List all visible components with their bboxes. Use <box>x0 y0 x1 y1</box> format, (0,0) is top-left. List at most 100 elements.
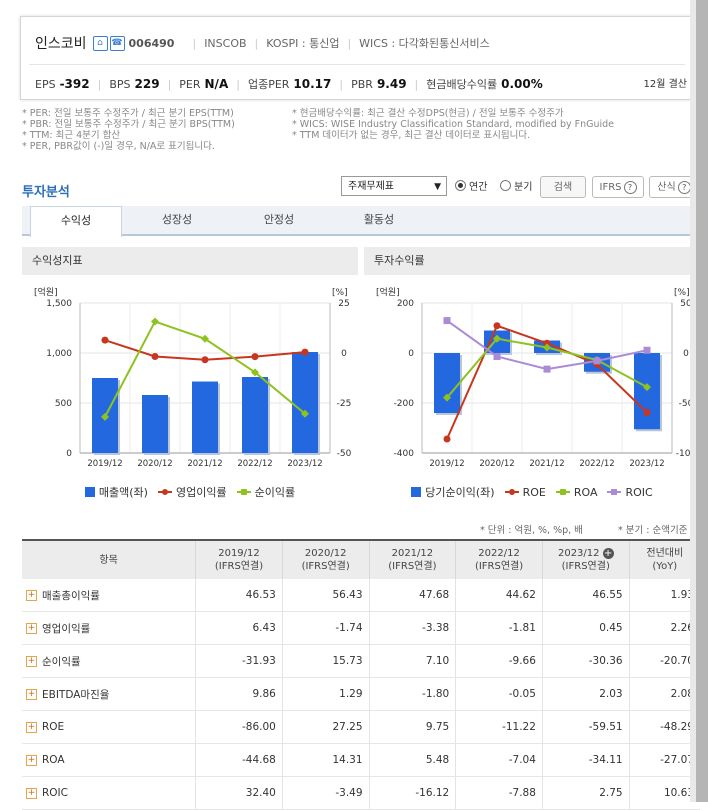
metric-label: 현금배당수익률 <box>426 78 498 91</box>
radio-dot-icon <box>455 180 466 191</box>
note-line: * PER: 전일 보통주 수정주가 / 최근 분기 EPS(TTM) <box>22 108 234 119</box>
ifrs-help-button[interactable]: IFRS? <box>592 176 644 198</box>
point <box>443 435 451 443</box>
tab-profitability[interactable]: 수익성 <box>30 206 122 237</box>
point <box>443 317 451 325</box>
expand-icon[interactable]: + <box>26 754 37 766</box>
stock-code: 006490 <box>128 36 175 50</box>
x-tick-label: 2021/12 <box>187 459 222 469</box>
row-name: EBITDA마진율 <box>42 688 110 701</box>
yoy-sub-label: (YoY) <box>652 561 678 572</box>
search-button[interactable]: 검색 <box>540 176 586 198</box>
point <box>151 352 159 360</box>
table-cell: -1.81 <box>455 611 543 645</box>
radio-quarter[interactable]: 분기 <box>500 178 532 193</box>
legend-item[interactable]: ROE <box>504 485 546 499</box>
metric-4: PBR 9.49 <box>351 77 406 91</box>
table-cell: -0.05 <box>455 677 543 711</box>
legend-label: ROA <box>573 485 598 499</box>
table-cell: -86.00 <box>195 710 283 744</box>
table-cell: -11.22 <box>455 710 543 744</box>
note-line: * TTM 데이터가 없는 경우, 최근 결산 데이터로 표시됩니다. <box>292 130 531 141</box>
header-year: 2019/12 (IFRS연결) <box>195 539 283 579</box>
legend-item[interactable]: ROIC <box>607 486 653 499</box>
divider: | <box>347 36 352 50</box>
point <box>593 357 601 365</box>
metric-5: 현금배당수익률 0.00% <box>426 76 542 92</box>
table-cell: 2.75 <box>541 776 630 810</box>
tab-growth[interactable]: 성장성 <box>132 206 222 234</box>
analysis-tabs: 수익성 성장성 안정성 활동성 <box>22 206 700 237</box>
radio-annual[interactable]: 연간 <box>455 178 487 193</box>
ir-icon[interactable]: ☎ <box>109 35 125 51</box>
header-basis-label: (IFRS연결) <box>301 561 350 572</box>
legend-item[interactable]: ROA <box>555 485 598 499</box>
right-tick-label: -25 <box>337 399 352 409</box>
metric-label: EPS <box>35 78 56 91</box>
table-header-row: 항목 2019/12 (IFRS연결) 2020/12 (IFRS연결) 2021/12 (… <box>22 539 700 579</box>
tab-activity[interactable]: 활동성 <box>334 206 424 234</box>
legend-item[interactable]: 당기순이익(좌) <box>411 484 495 500</box>
bar <box>242 377 268 453</box>
home-icon[interactable]: ⌂ <box>92 35 108 51</box>
legend-item[interactable]: 순이익률 <box>236 484 295 500</box>
chevron-down-icon: ▼ <box>434 182 441 192</box>
table-cell: 1.29 <box>281 677 370 711</box>
expand-icon[interactable]: + <box>26 656 37 667</box>
expand-icon[interactable]: + <box>26 787 37 799</box>
header-year: 2021/12 (IFRS연결) <box>368 539 456 579</box>
divider: | <box>97 77 102 91</box>
row-label: + ROIC <box>22 776 196 810</box>
note-line: * TTM: 최근 4분기 합산 <box>22 130 121 141</box>
question-icon: ? <box>677 181 691 194</box>
x-tick-label: 2022/12 <box>579 459 614 469</box>
table-cell: -7.88 <box>455 776 543 810</box>
row-name: 매출총이익률 <box>42 589 100 602</box>
table-cell: -34.11 <box>541 743 630 777</box>
point <box>643 409 651 417</box>
chart-title: 수익성지표 <box>22 247 358 275</box>
table-body: + 매출총이익률 46.53 56.43 47.68 44.62 46.55 1.93 + 영업이… <box>22 579 700 810</box>
table-row: + 매출총이익률 46.53 56.43 47.68 44.62 46.55 1.93 <box>22 579 700 612</box>
legend-marker <box>157 487 172 497</box>
radio-dot-icon <box>500 180 511 191</box>
metric-3: 업종PER 10.17 <box>248 76 331 92</box>
divider: | <box>192 36 197 50</box>
metric-label: PBR <box>351 78 373 91</box>
legend-item[interactable]: 매출액(좌) <box>84 484 148 500</box>
row-label: + 영업이익률 <box>22 611 196 645</box>
legend-item[interactable]: 영업이익률 <box>157 484 227 500</box>
question-icon: ? <box>623 181 637 194</box>
expand-icon[interactable]: + <box>26 590 37 601</box>
tab-stability[interactable]: 안정성 <box>234 206 324 234</box>
row-label: + 순이익률 <box>22 644 196 678</box>
expand-icon[interactable]: + <box>26 689 37 700</box>
settlement-month: 12월 결산 <box>643 79 687 90</box>
statement-select[interactable]: 주재무제표 ▼ <box>341 176 447 196</box>
divider: | <box>167 77 172 91</box>
legend-label: ROE <box>522 485 546 499</box>
radio-annual-label: 연간 <box>469 182 488 193</box>
point <box>493 322 501 330</box>
point <box>251 353 259 361</box>
expand-icon[interactable]: + <box>26 721 37 733</box>
row-label: + 매출총이익률 <box>22 579 196 612</box>
table-cell: -1.80 <box>368 677 456 711</box>
point <box>201 356 209 364</box>
x-tick-label: 2020/12 <box>479 459 514 469</box>
add-column-icon[interactable]: + <box>602 547 614 559</box>
right-tick-label: 25 <box>338 299 349 309</box>
header-basis-label: (IFRS연결) <box>388 561 437 572</box>
metric-1: BPS 229 <box>109 77 159 91</box>
legend-marker <box>411 487 422 497</box>
table-cell: 46.53 <box>195 579 283 612</box>
expand-icon[interactable]: + <box>26 623 37 634</box>
company-info-row: 인스코비 ⌂ ☎ 006490 | INSCOB | KOSPI : 통신업 |… <box>35 33 490 53</box>
legend-marker <box>504 487 519 497</box>
note-line: * WICS: WISE Industry Classification Sta… <box>292 119 614 130</box>
wics-sector: WICS : 다각화된통신서비스 <box>359 37 490 50</box>
metric-0: EPS -392 <box>35 77 90 91</box>
row-name: 영업이익률 <box>42 622 91 635</box>
x-tick-label: 2020/12 <box>137 459 172 469</box>
row-name: 순이익률 <box>42 655 81 668</box>
